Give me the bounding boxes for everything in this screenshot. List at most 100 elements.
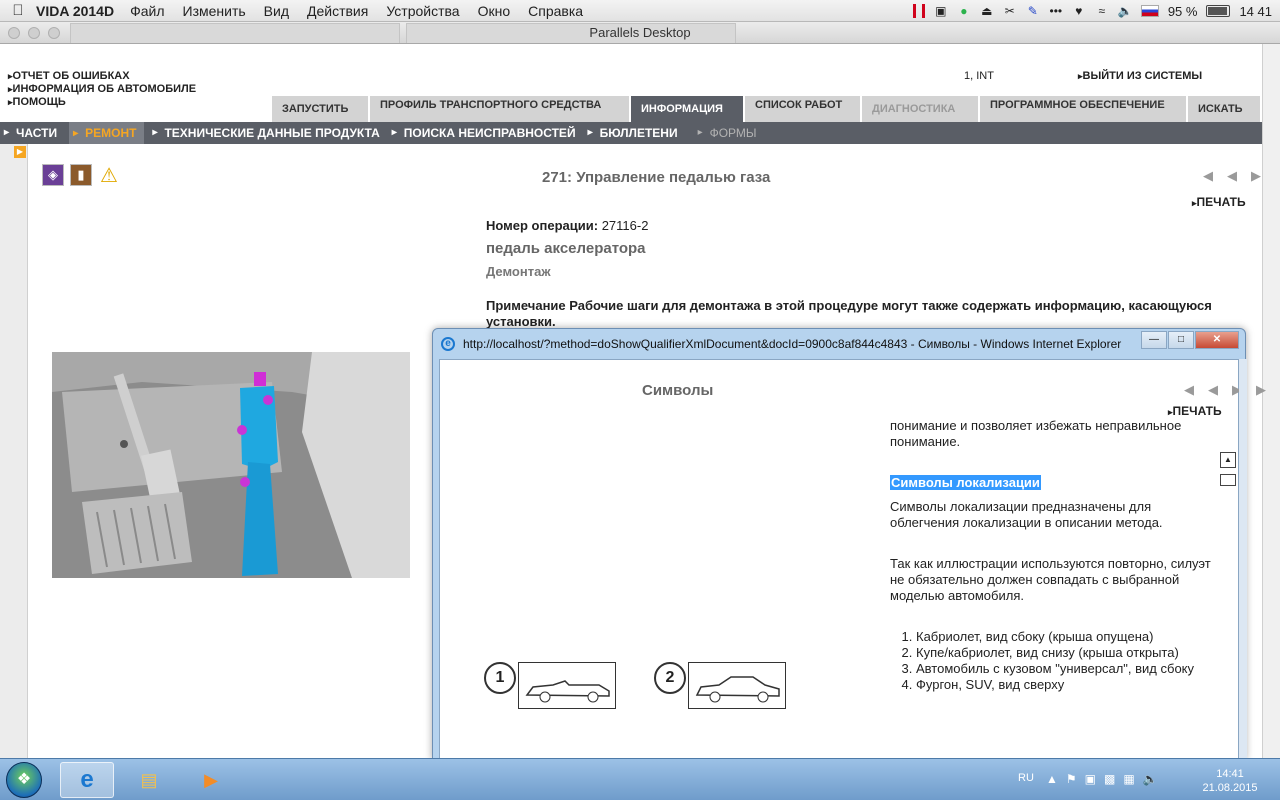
parallels-pause-icon[interactable]	[912, 4, 925, 18]
window-minimize-dot[interactable]	[28, 27, 40, 39]
expand-panel-icon[interactable]: ▶	[14, 146, 26, 158]
section-title-selected[interactable]: Символы локализации	[890, 475, 1041, 490]
subnav-bulletins[interactable]: БЮЛЛЕТЕНИ	[584, 126, 686, 140]
menubar-clock[interactable]: 14 41	[1239, 4, 1272, 19]
tray-flag-icon[interactable]: ⚑	[1066, 772, 1077, 786]
maximize-button[interactable]: □	[1168, 331, 1194, 349]
main-tabs: ЗАПУСТИТЬ ПРОФИЛЬ ТРАНСПОРТНОГО СРЕДСТВА…	[272, 96, 1262, 122]
heart-icon[interactable]: ♥	[1072, 4, 1086, 18]
menu-actions[interactable]: Действия	[307, 3, 368, 19]
subnav-tech-data[interactable]: ТЕХНИЧЕСКИЕ ДАННЫЕ ПРОДУКТА	[148, 126, 387, 140]
symbols-text: понимание и позволяет избежать неправиль…	[890, 418, 1220, 693]
symbols-icon[interactable]: ◈	[42, 164, 64, 186]
tray-volume-icon[interactable]: 🔈	[1143, 772, 1158, 786]
ie-window-title: http://localhost/?method=doShowQualifier…	[463, 337, 1122, 351]
subnav-parts[interactable]: ЧАСТИ	[0, 126, 65, 140]
ie-logo-icon: e	[441, 337, 455, 351]
ie-titlebar[interactable]: e http://localhost/?method=doShowQualifi…	[433, 329, 1245, 359]
error-report-link[interactable]: ОТЧЕТ ОБ ОШИБКАХ	[8, 70, 196, 83]
apple-icon[interactable]: 	[0, 2, 36, 19]
subnav-troubleshooting[interactable]: ПОИСКА НЕИСПРАВНОСТЕЙ	[388, 126, 584, 140]
volume-icon[interactable]: 🔈	[1118, 4, 1133, 18]
print-link[interactable]: ПЕЧАТЬ	[1192, 195, 1246, 209]
menu-devices[interactable]: Устройства	[386, 3, 459, 19]
help-link[interactable]: ПОМОЩЬ	[8, 96, 196, 109]
symbols-list: Кабриолет, вид сбоку (крыша опущена) Куп…	[890, 629, 1220, 693]
scissors-icon[interactable]: ✂	[1003, 4, 1017, 18]
warning-icon[interactable]: ⚠	[98, 164, 120, 187]
main-scrollbar[interactable]	[1262, 44, 1280, 758]
wifi-icon[interactable]: ≈	[1095, 4, 1109, 18]
windows-taskbar: ❖ e ▤ ▶ RU ▲ ⚑ ▣ ▩ ▦ 🔈 14:41 21.08.2015	[0, 758, 1280, 800]
taskbar-media-player-icon[interactable]: ▶	[184, 762, 238, 798]
window-zoom-dot[interactable]	[48, 27, 60, 39]
lock-icon[interactable]: ▣	[934, 4, 948, 18]
start-button[interactable]: ❖	[6, 762, 42, 798]
list-item: Кабриолет, вид сбоку (крыша опущена)	[916, 629, 1220, 645]
popup-print-link[interactable]: ПЕЧАТЬ	[1168, 404, 1222, 418]
more-icon[interactable]: •••	[1049, 4, 1063, 18]
car-symbol-number-1: 1	[484, 662, 516, 694]
menu-file[interactable]: Файл	[130, 3, 164, 19]
tab-information[interactable]: ИНФОРМАЦИЯ	[631, 96, 745, 122]
menu-window[interactable]: Окно	[478, 3, 511, 19]
parallels-title: Parallels Desktop	[589, 25, 691, 40]
tab-work-list[interactable]: СПИСОК РАБОТ	[745, 96, 862, 122]
vida-header: ОТЧЕТ ОБ ОШИБКАХ ИНФОРМАЦИЯ ОБ АВТОМОБИЛ…	[0, 44, 1262, 122]
inner-scroll-up-icon[interactable]: ▲	[1220, 452, 1236, 468]
subnav-repair[interactable]: РЕМОНТ	[69, 122, 145, 145]
clock-date: 21.08.2015	[1202, 782, 1258, 794]
flag-ru-icon[interactable]	[1140, 5, 1159, 17]
doc-icons: ◈ ▮ ⚠	[42, 164, 120, 187]
symbols-heading: Символы	[642, 382, 714, 399]
procedure-name: Демонтаж	[486, 264, 551, 279]
minimize-button[interactable]: —	[1141, 331, 1167, 349]
coupe-side-icon	[688, 662, 786, 709]
app-menu[interactable]: VIDA 2014D	[36, 3, 114, 19]
taskbar-ie-icon[interactable]: e	[60, 762, 114, 798]
window-close-dot[interactable]	[8, 27, 20, 39]
ie-content: Символы ◀◀▶▶ ПЕЧАТЬ понимание и позволяе…	[439, 359, 1266, 761]
ie-window-border	[1239, 359, 1247, 761]
menu-help[interactable]: Справка	[528, 3, 583, 19]
language-indicator[interactable]: RU	[1018, 772, 1034, 784]
document-title: 271: Управление педалью газа	[542, 169, 771, 186]
menu-view[interactable]: Вид	[264, 3, 289, 19]
tab-vehicle-profile[interactable]: ПРОФИЛЬ ТРАНСПОРТНОГО СРЕДСТВА	[370, 96, 631, 122]
tray-usb-icon[interactable]: ▩	[1104, 772, 1115, 786]
taskbar-clock[interactable]: 14:41 21.08.2015	[1200, 767, 1260, 795]
op-label: Номер операции:	[486, 218, 599, 233]
pen-icon[interactable]: ✎	[1026, 4, 1040, 18]
inner-scroll-thumb[interactable]	[1220, 474, 1236, 486]
tray-network-icon[interactable]: ▦	[1123, 772, 1134, 786]
ie-window-controls: — □ ✕	[1140, 331, 1239, 349]
parallels-tab-1[interactable]	[70, 23, 400, 43]
menu-edit[interactable]: Изменить	[183, 3, 246, 19]
close-button[interactable]: ✕	[1195, 331, 1239, 349]
op-value: 27116-2	[601, 218, 649, 233]
tab-start[interactable]: ЗАПУСТИТЬ	[272, 96, 370, 122]
book-icon[interactable]: ▮	[70, 164, 92, 186]
popup-prev-icon[interactable]: ◀◀	[1184, 382, 1232, 397]
status-green-icon[interactable]: ●	[957, 4, 971, 18]
prev-icon[interactable]: ◀◀	[1203, 168, 1251, 183]
tray-expand-icon[interactable]: ▲	[1046, 772, 1058, 786]
eject-icon[interactable]: ⏏	[980, 4, 994, 18]
vehicle-info-link[interactable]: ИНФОРМАЦИЯ ОБ АВТОМОБИЛЕ	[8, 83, 197, 96]
left-strip: ▶	[0, 144, 28, 758]
tab-search[interactable]: ИСКАТЬ	[1188, 96, 1262, 122]
paragraph-3: Так как иллюстрации используются повторн…	[890, 556, 1211, 603]
tray-device-icon[interactable]: ▣	[1085, 772, 1096, 786]
user-id: 1, INT	[964, 70, 994, 82]
logout-link[interactable]: ВЫЙТИ ИЗ СИСТЕМЫ	[1078, 70, 1203, 82]
paragraph-2: Символы локализации предназначены для об…	[890, 499, 1163, 530]
taskbar-explorer-icon[interactable]: ▤	[122, 762, 176, 798]
ie-popup-window: e http://localhost/?method=doShowQualifi…	[432, 328, 1266, 761]
mac-menubar:  VIDA 2014D Файл Изменить Вид Действия …	[0, 0, 1280, 22]
battery-percent: 95 %	[1167, 3, 1198, 19]
clock-time: 14:41	[1216, 768, 1244, 780]
pedal-illustration[interactable]	[52, 352, 410, 578]
tab-software[interactable]: ПРОГРАММНОЕ ОБЕСПЕЧЕНИЕ	[980, 96, 1188, 122]
battery-icon[interactable]	[1206, 5, 1231, 17]
operation-number: Номер операции: 27116-2	[486, 218, 648, 233]
